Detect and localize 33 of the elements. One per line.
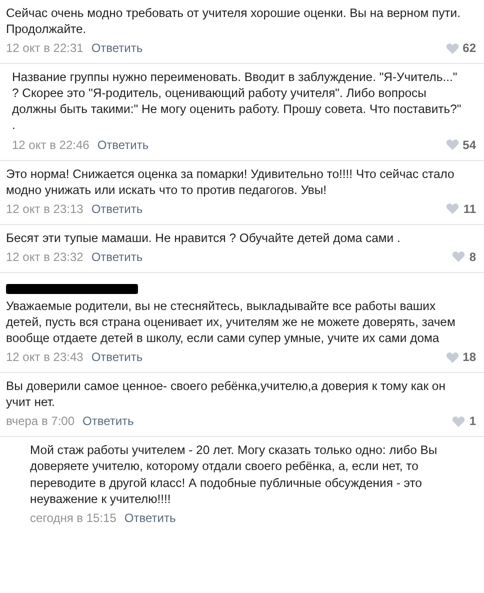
heart-icon[interactable] [446,352,459,363]
reply-link[interactable]: Ответить [91,348,143,366]
reply-link[interactable]: Ответить [91,248,143,266]
comment-date: 12 окт в 23:13 [6,200,84,218]
heart-icon[interactable] [452,416,466,427]
comment-date: 12 окт в 23:32 [6,248,84,266]
like-count: 62 [462,40,476,58]
comment-text: Мой стаж работы учителем - 20 лет. Могу сказать только одно: либо Вы доверяете учителю, которому отдали своего ребёнка, а, если нет, то переводите в другой класс! А подобные публичные обсуждения - это неуважение к учителю!!!! [30,442,438,507]
comment-text: Название группы нужно переименовать. Вводит в заблуждение. "Я-Учитель..." ? Скорее это "Я-родитель, оценивающий работу учителя". Либо вопросы должны быть такими:" Не могу оценить работу. Прошу совета. Что поставить?" . [12,69,462,134]
like-count: 54 [462,136,476,154]
heart-icon[interactable] [446,203,460,214]
like-count: 18 [462,349,476,366]
heart-icon[interactable] [446,42,459,54]
comment-date: 12 окт в 22:31 [6,40,84,58]
comment-date: вчера в 7:00 [6,413,75,430]
like-count: 11 [463,200,476,218]
comment-text: Это норма! Снижается оценка за помарки! Удивительно то!!!! Что сейчас стало модно унижать или искать что то против педагогов. Увы! [6,166,456,198]
comment-text: Уважаемые родители, вы не стесняйтесь, выкладывайте все работы ваших детей, пусть вся страна оценивает их, учителям же не можете доверять, зачем вообще отдаете детей в школу, если сами супер умные, учите их сами дома [6,298,456,346]
reply-link[interactable]: Ответить [97,136,149,154]
comment-text: Сейчас очень модно требовать от учителя хорошие оценки. Вы на верном пути. Продолжайте. [6,5,462,38]
comment-text: Вы доверили самое ценное- своего ребёнка,учителю,а доверия к тому как он учит нет. [6,378,446,410]
comment-date: сегодня в 15:15 [30,510,116,527]
like-count: 8 [469,248,476,266]
reply-link[interactable]: Ответить [124,508,176,527]
like-count: 1 [469,413,476,430]
reply-link[interactable]: Ответить [91,39,143,58]
reply-link[interactable]: Ответить [82,412,134,430]
reply-link[interactable]: Ответить [91,200,143,218]
comment-text: Бесят эти тупые мамаши. Не нравится ? Обучайте детей дома сами . [6,230,402,246]
heart-icon[interactable] [446,139,459,150]
comment-date: 12 окт в 23:43 [6,349,84,366]
comment-date: 12 окт в 22:46 [12,136,90,154]
heart-icon[interactable] [452,251,466,262]
